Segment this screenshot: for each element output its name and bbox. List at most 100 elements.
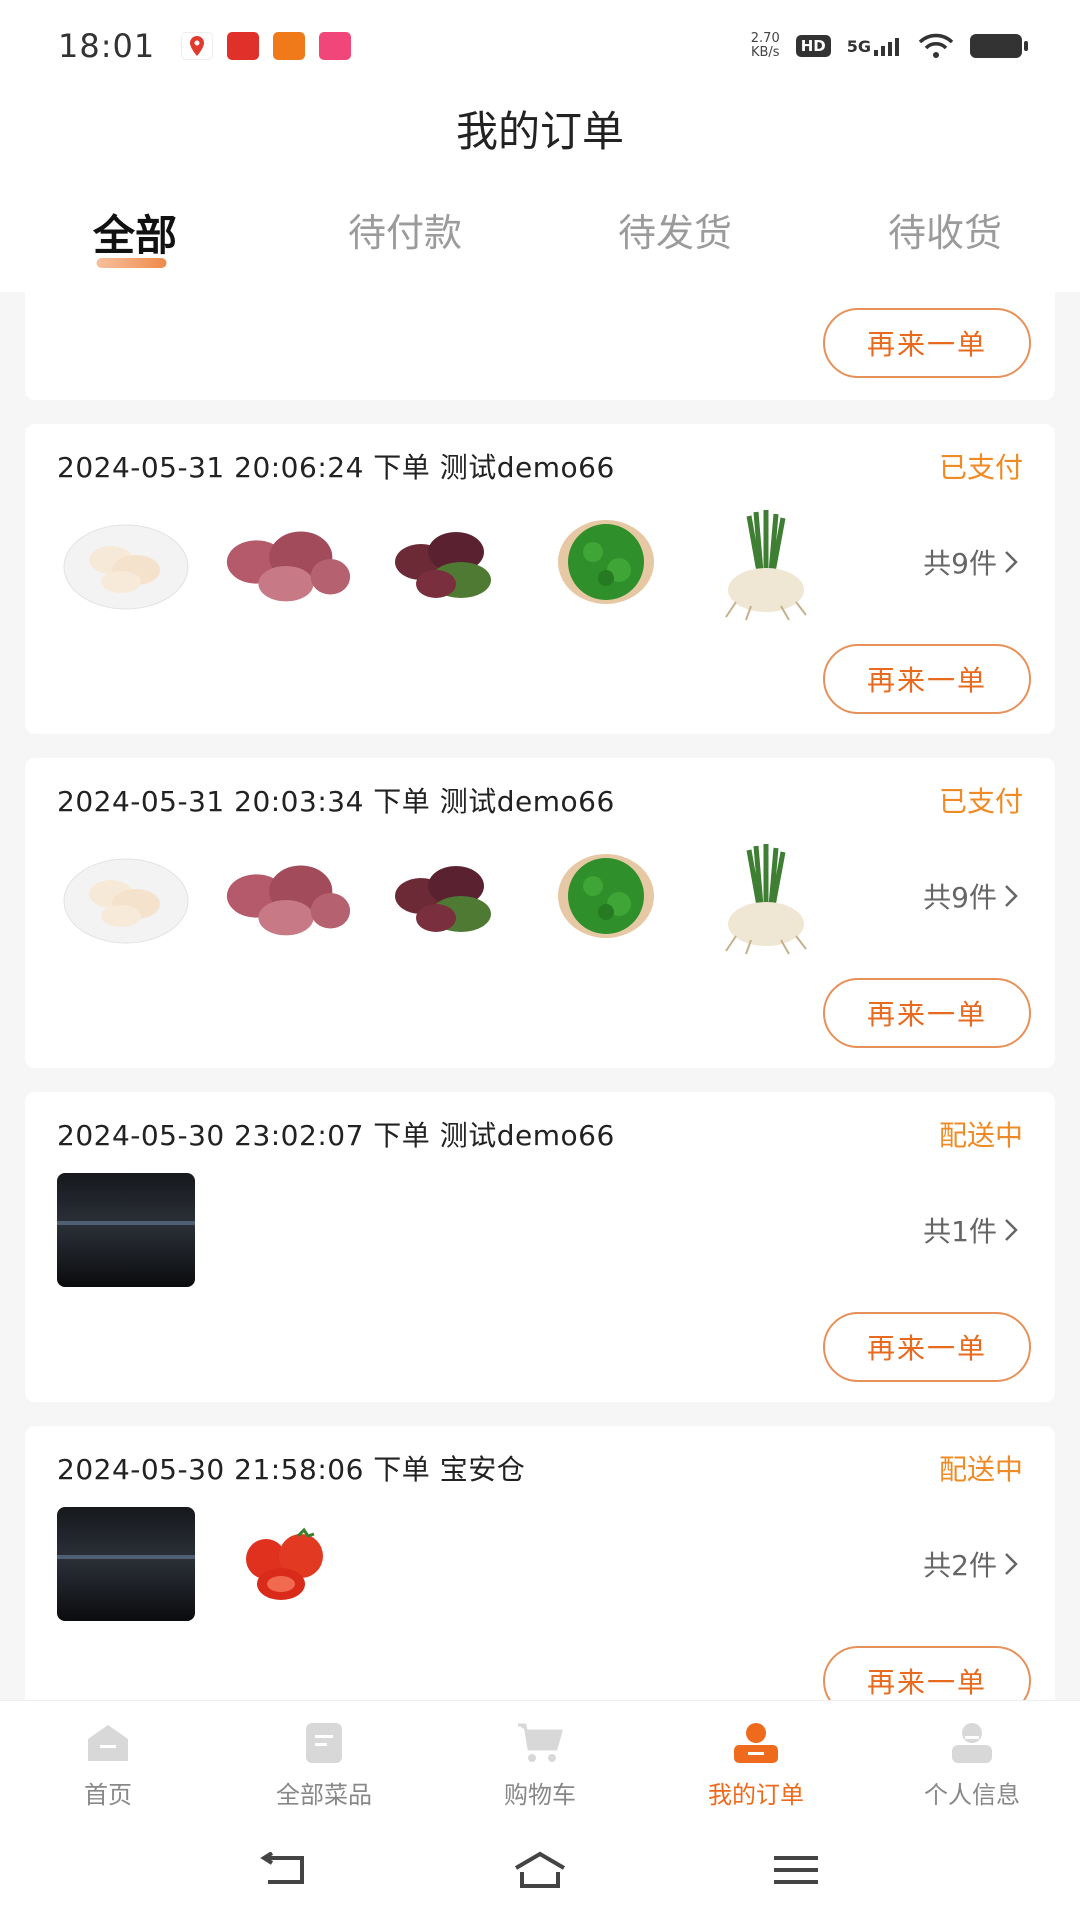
order-header: 2024-05-31 20:06:24 下单 测试demo66 已支付 (57, 444, 1023, 488)
order-store: 测试demo66 (439, 451, 615, 484)
order-store: 宝安仓 (439, 1453, 526, 1486)
order-status: 已支付 (938, 451, 1023, 484)
order-items[interactable] (57, 836, 835, 956)
order-card[interactable]: 2024-05-30 21:58:06 下单 宝安仓 配送中 共2件 再来一单 (25, 1426, 1055, 1700)
reorder-button[interactable]: 再来一单 (823, 978, 1031, 1048)
tab-active-indicator (96, 258, 167, 268)
bottom-tab-bar: 首页 全部菜品 购物车 我的订单 个人信息 (0, 1700, 1080, 1820)
tabbar-my-orders[interactable]: 我的订单 (648, 1701, 864, 1820)
pink-app-icon (319, 32, 352, 60)
tabbar-home[interactable]: 首页 (0, 1701, 216, 1820)
order-card[interactable]: 2024-05-30 23:02:07 下单 测试demo66 配送中 共1件 … (25, 1092, 1055, 1402)
scallions-thumb (697, 836, 835, 956)
chicken-drumsticks-thumb (57, 502, 195, 622)
menu-list-icon (306, 1723, 342, 1763)
reorder-button[interactable]: 再来一单 (823, 308, 1031, 378)
chevron-right-icon (1005, 885, 1018, 907)
hd-badge: HD (795, 35, 831, 57)
order-header: 2024-05-30 21:58:06 下单 宝安仓 配送中 (57, 1446, 1023, 1490)
chicken-drumsticks-thumb (57, 836, 195, 956)
item-count[interactable]: 共9件 (923, 876, 1019, 916)
red-amaranth-thumb (377, 502, 515, 622)
order-meta: 2024-05-30 23:02:07 下单 测试demo66 (57, 1114, 615, 1154)
reorder-button[interactable]: 再来一单 (823, 1312, 1031, 1382)
network-type: 5G (846, 37, 871, 56)
item-count-label: 共9件 (923, 547, 997, 580)
tomatoes-thumb (217, 1504, 355, 1624)
red-app-icon (227, 32, 260, 60)
order-items[interactable] (57, 1504, 355, 1624)
system-nav-bar (0, 1820, 1080, 1920)
tabbar-profile[interactable]: 个人信息 (864, 1701, 1080, 1820)
tab-pending-receipt-label: 待收货 (887, 211, 1002, 255)
tabbar-cart-label: 购物车 (504, 1781, 576, 1809)
order-status: 已支付 (938, 785, 1023, 818)
order-card[interactable]: 再来一单 (25, 292, 1055, 400)
item-count-label: 共1件 (923, 1215, 997, 1248)
order-action: 下单 (373, 1119, 431, 1152)
order-action: 下单 (373, 1453, 431, 1486)
order-meta: 2024-05-30 21:58:06 下单 宝安仓 (57, 1448, 525, 1488)
chevron-right-icon (1005, 1219, 1018, 1241)
order-status: 配送中 (938, 1453, 1023, 1486)
home-icon (88, 1725, 128, 1761)
tabbar-cart[interactable]: 购物车 (432, 1701, 648, 1820)
order-items[interactable] (57, 1170, 195, 1290)
order-status: 配送中 (938, 1119, 1023, 1152)
order-time: 2024-05-31 20:03:34 (57, 785, 364, 818)
tab-pending-receipt[interactable]: 待收货 (810, 200, 1080, 280)
item-count[interactable]: 共2件 (923, 1544, 1019, 1584)
item-count[interactable]: 共9件 (923, 542, 1019, 582)
orders-list[interactable]: 再来一单 2024-05-31 20:06:24 下单 测试demo66 已支付 (0, 292, 1080, 1700)
order-header: 2024-05-30 23:02:07 下单 测试demo66 配送中 (57, 1112, 1023, 1156)
order-card[interactable]: 2024-05-31 20:06:24 下单 测试demo66 已支付 共9件 … (25, 424, 1055, 734)
red-amaranth-thumb (377, 836, 515, 956)
order-action: 下单 (373, 785, 431, 818)
tab-pending-payment[interactable]: 待付款 (270, 200, 540, 280)
battery-icon (970, 34, 1028, 58)
order-time: 2024-05-31 20:06:24 (57, 451, 364, 484)
item-count-label: 共2件 (923, 1549, 997, 1582)
page-title: 我的订单 (455, 107, 624, 156)
notification-icons (181, 32, 352, 60)
back-button[interactable] (256, 1848, 312, 1892)
order-time: 2024-05-30 21:58:06 (57, 1453, 364, 1486)
order-meta: 2024-05-31 20:03:34 下单 测试demo66 (57, 780, 615, 820)
order-meta: 2024-05-31 20:06:24 下单 测试demo66 (57, 446, 615, 486)
tab-pending-shipment[interactable]: 待发货 (540, 200, 810, 280)
night-photo (57, 1173, 195, 1287)
signal-icon: 5G (847, 36, 902, 56)
net-speed-value: 2.70 (750, 31, 780, 46)
back-icon (260, 1852, 304, 1884)
order-time: 2024-05-30 23:02:07 (57, 1119, 364, 1152)
status-time: 18:01 (58, 27, 156, 65)
map-pin-app-icon (181, 32, 214, 60)
night-photo-thumb (57, 1504, 195, 1624)
reorder-button[interactable]: 再来一单 (823, 644, 1031, 714)
chevron-right-icon (1005, 551, 1018, 573)
cart-icon (518, 1723, 563, 1762)
page-header: 我的订单 全部 待付款 待发货 待收货 (0, 92, 1080, 292)
order-items[interactable] (57, 502, 835, 622)
order-tabs: 全部 待付款 待发货 待收货 (0, 200, 1080, 280)
order-store: 测试demo66 (439, 1119, 615, 1152)
home-nav-button[interactable] (512, 1848, 568, 1892)
tab-all[interactable]: 全部 (0, 200, 270, 280)
orders-icon (734, 1723, 778, 1763)
order-card[interactable]: 2024-05-31 20:03:34 下单 测试demo66 已支付 共9件 … (25, 758, 1055, 1068)
order-action: 下单 (373, 451, 431, 484)
tabbar-profile-label: 个人信息 (924, 1781, 1020, 1809)
tabbar-all-dishes[interactable]: 全部菜品 (216, 1701, 432, 1820)
orange-app-icon (273, 32, 306, 60)
item-count-label: 共9件 (923, 881, 997, 914)
chevron-right-icon (1005, 1553, 1018, 1575)
tab-pending-payment-label: 待付款 (347, 211, 462, 255)
scallions-thumb (697, 502, 835, 622)
tab-all-label: 全部 (92, 211, 177, 260)
pork-kidney-thumb (217, 502, 355, 622)
item-count[interactable]: 共1件 (923, 1210, 1019, 1250)
tab-pending-shipment-label: 待发货 (617, 211, 732, 255)
recents-button[interactable] (768, 1848, 824, 1892)
net-speed: 2.70 KB/s (751, 32, 780, 60)
reorder-button[interactable]: 再来一单 (823, 1646, 1031, 1700)
